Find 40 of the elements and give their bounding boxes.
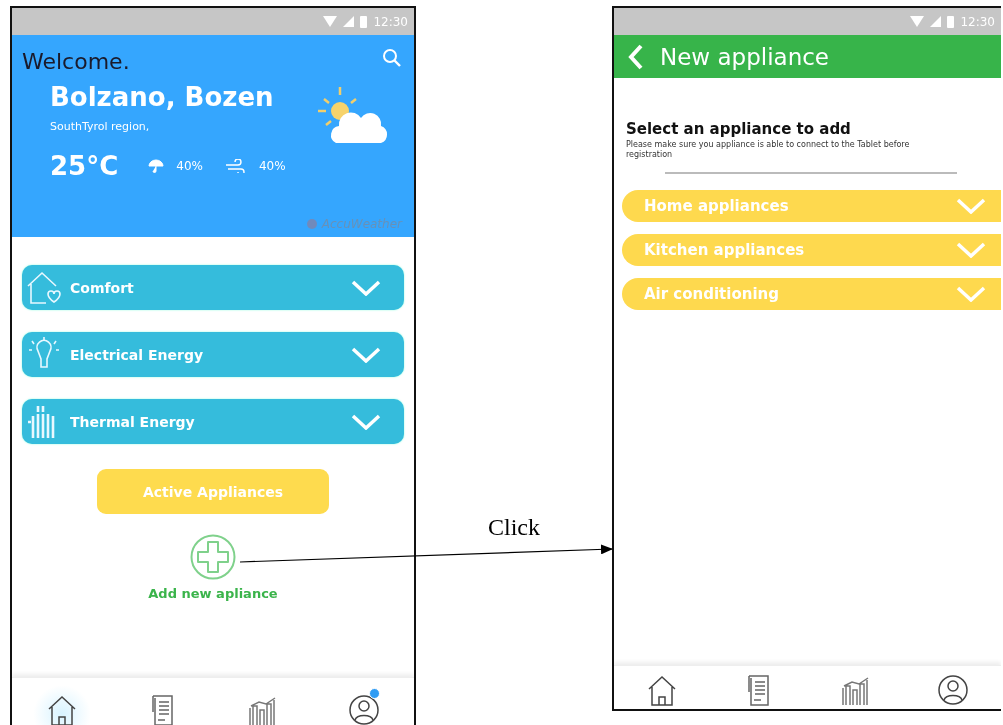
signal-icon bbox=[343, 16, 355, 27]
umbrella-icon bbox=[148, 159, 165, 173]
appliance-group[interactable]: Air conditioning bbox=[622, 278, 1001, 310]
chevron-icon bbox=[955, 198, 987, 214]
chevron-icon bbox=[350, 279, 382, 296]
section-heading: Select an appliance to add bbox=[626, 120, 852, 138]
appliance-group[interactable]: Kitchen appliances bbox=[622, 234, 1001, 266]
provider-logo: AccuWeather bbox=[321, 217, 402, 231]
category-row[interactable]: Thermal Energy bbox=[22, 399, 404, 444]
status-time: 12:30 bbox=[373, 14, 408, 29]
profile-icon[interactable] bbox=[347, 694, 380, 725]
category-row[interactable]: Comfort bbox=[22, 265, 404, 310]
add-appliance-label[interactable]: Add new apliance bbox=[148, 586, 278, 601]
greeting-text: Welcome. bbox=[22, 49, 130, 74]
chevron-icon bbox=[955, 242, 987, 258]
status-time: 12:30 bbox=[960, 14, 995, 29]
appliance-group[interactable]: Home appliances bbox=[622, 190, 1001, 222]
city-name: Bolzano, Bozen bbox=[50, 82, 275, 112]
battery-icon bbox=[360, 15, 368, 28]
wifi-icon bbox=[910, 16, 925, 27]
active-appliances-button[interactable]: Active Appliances bbox=[97, 469, 329, 514]
instruction-text: Please make sure you appliance is able to connect to the Tablet before registration bbox=[626, 140, 911, 160]
region-text: SouthTyrol region, bbox=[50, 120, 151, 133]
chevron-icon bbox=[350, 413, 382, 430]
profile-icon[interactable] bbox=[936, 674, 969, 706]
wind-icon bbox=[224, 159, 247, 173]
search-icon[interactable] bbox=[382, 47, 402, 68]
back-icon[interactable] bbox=[628, 43, 644, 70]
click-label: Click bbox=[488, 514, 540, 541]
category-row[interactable]: Electrical Energy bbox=[22, 332, 404, 377]
screen-title: New appliance bbox=[660, 43, 830, 70]
rain-chance: 40% bbox=[176, 159, 203, 173]
wifi-icon bbox=[323, 16, 338, 27]
temperature: 25°C bbox=[50, 151, 119, 181]
wind-value: 40% bbox=[258, 159, 286, 173]
chevron-icon bbox=[350, 346, 382, 363]
notification-badge bbox=[368, 688, 380, 699]
battery-icon bbox=[947, 15, 955, 28]
signal-icon bbox=[930, 16, 942, 27]
chevron-icon bbox=[955, 286, 987, 302]
